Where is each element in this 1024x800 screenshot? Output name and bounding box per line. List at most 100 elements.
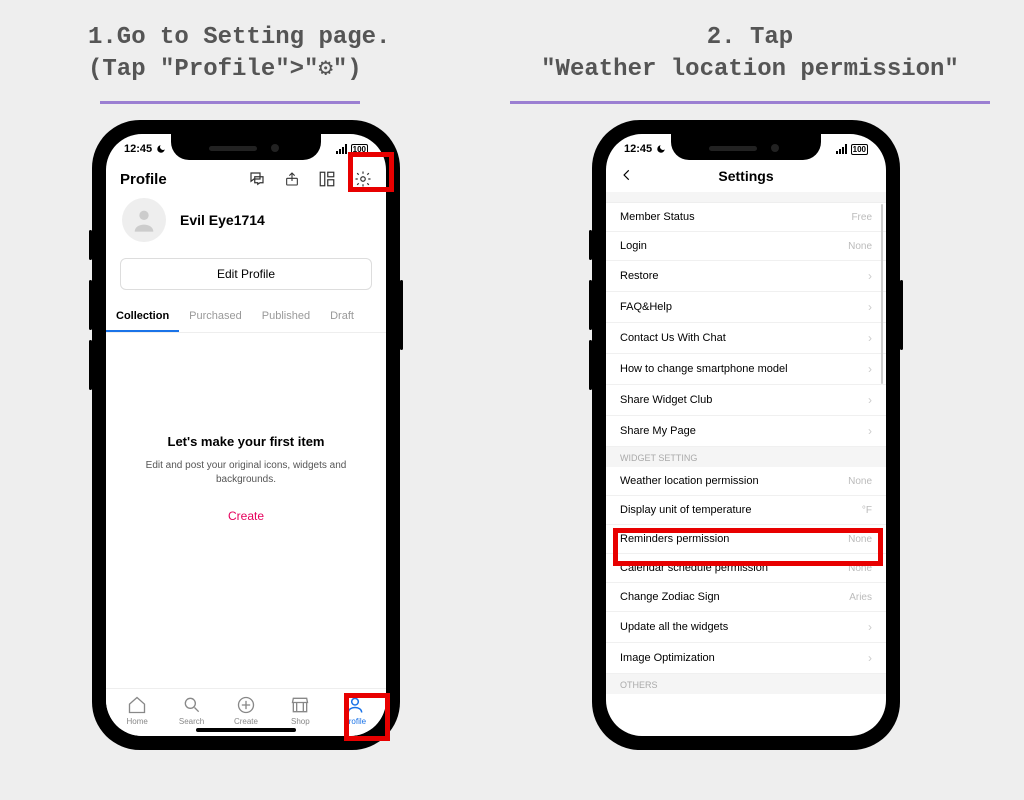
row-label: Login — [620, 240, 647, 252]
row-change-model[interactable]: How to change smartphone model › — [606, 354, 886, 385]
step1-line1: 1.Go to Setting page. — [88, 24, 390, 51]
dnd-moon-icon — [156, 144, 166, 154]
row-label: FAQ&Help — [620, 301, 672, 313]
row-share-page[interactable]: Share My Page › — [606, 416, 886, 447]
avatar[interactable] — [122, 198, 166, 242]
step1-line2: (Tap "Profile">"⚙") — [88, 56, 362, 83]
row-label: Image Optimization — [620, 652, 715, 664]
username-label: Evil Eye1714 — [180, 212, 265, 228]
row-label: How to change smartphone model — [620, 363, 788, 375]
widget-icon[interactable] — [318, 170, 336, 188]
step2-underline — [510, 101, 990, 104]
row-label: Update all the widgets — [620, 621, 728, 633]
step2-instruction: 2. Tap "Weather location permission" — [500, 22, 1000, 87]
back-icon[interactable] — [620, 168, 634, 185]
row-label: Share Widget Club — [620, 394, 712, 406]
step1-underline — [100, 101, 360, 104]
step1-instruction: 1.Go to Setting page. (Tap "Profile">"⚙"… — [88, 22, 418, 87]
tab-shop-label: Shop — [291, 717, 310, 726]
row-faq[interactable]: FAQ&Help › — [606, 292, 886, 323]
row-label: Change Zodiac Sign — [620, 591, 720, 603]
tab-create[interactable]: Create — [221, 695, 271, 726]
row-label: Display unit of temperature — [620, 504, 751, 516]
gear-icon[interactable] — [354, 170, 372, 188]
tab-profile-label: Profile — [343, 717, 366, 726]
row-value: °F — [862, 505, 872, 516]
row-temp-unit[interactable]: Display unit of temperature °F — [606, 496, 886, 525]
chevron-right-icon: › — [868, 269, 872, 283]
tab-draft[interactable]: Draft — [320, 304, 364, 332]
row-label: Share My Page — [620, 425, 696, 437]
phone-notch — [671, 134, 821, 160]
chat-icon[interactable] — [248, 170, 266, 188]
row-contact[interactable]: Contact Us With Chat › — [606, 323, 886, 354]
row-zodiac[interactable]: Change Zodiac Sign Aries — [606, 583, 886, 612]
empty-title: Let's make your first item — [168, 434, 325, 449]
row-label: Calendar schedule permission — [620, 562, 768, 574]
phone-settings: 12:45 100 Settings Memb — [592, 120, 900, 750]
phone-notch — [171, 134, 321, 160]
row-calendar[interactable]: Calendar schedule permission None — [606, 554, 886, 583]
row-value: Aries — [849, 592, 872, 603]
profile-title: Profile — [120, 171, 167, 188]
home-indicator — [196, 728, 296, 732]
phone-profile: 12:45 100 Profile — [92, 120, 400, 750]
row-label: Reminders permission — [620, 533, 729, 545]
group-widget-setting: WIDGET SETTING — [606, 447, 886, 467]
tab-shop[interactable]: Shop — [275, 695, 325, 726]
row-update-all[interactable]: Update all the widgets › — [606, 612, 886, 643]
chevron-right-icon: › — [868, 331, 872, 345]
edit-profile-button[interactable]: Edit Profile — [120, 258, 372, 290]
tab-collection[interactable]: Collection — [106, 304, 179, 332]
row-weather-permission[interactable]: Weather location permission None — [606, 467, 886, 496]
step2-line2: "Weather location permission" — [541, 56, 959, 83]
row-label: Weather location permission — [620, 475, 759, 487]
row-share-app[interactable]: Share Widget Club › — [606, 385, 886, 416]
tab-search[interactable]: Search — [167, 695, 217, 726]
row-value: None — [848, 534, 872, 545]
battery-label: 100 — [351, 144, 368, 155]
row-reminders[interactable]: Reminders permission None — [606, 525, 886, 554]
battery-label: 100 — [851, 144, 868, 155]
dnd-moon-icon — [656, 144, 666, 154]
status-time: 12:45 — [124, 143, 152, 155]
empty-subtitle: Edit and post your original icons, widge… — [136, 459, 356, 487]
profile-tabs: Collection Purchased Published Draft — [106, 298, 386, 333]
chevron-right-icon: › — [868, 300, 872, 314]
row-value: None — [848, 563, 872, 574]
row-label: Member Status — [620, 211, 695, 223]
section-spacer — [606, 192, 886, 202]
chevron-right-icon: › — [868, 620, 872, 634]
tab-create-label: Create — [234, 717, 258, 726]
row-image-opt[interactable]: Image Optimization › — [606, 643, 886, 674]
chevron-right-icon: › — [868, 424, 872, 438]
status-time: 12:45 — [624, 143, 652, 155]
profile-header: Profile — [106, 164, 386, 196]
row-member-status[interactable]: Member Status Free — [606, 203, 886, 232]
row-label: Contact Us With Chat — [620, 332, 726, 344]
row-value: Free — [851, 212, 872, 223]
row-restore[interactable]: Restore › — [606, 261, 886, 292]
tab-home-label: Home — [127, 717, 148, 726]
group-others: OTHERS — [606, 674, 886, 694]
chevron-right-icon: › — [868, 393, 872, 407]
row-value: None — [848, 476, 872, 487]
tab-profile[interactable]: Profile — [330, 695, 380, 726]
settings-list: Member Status Free Login None Restore › … — [606, 202, 886, 694]
row-label: Restore — [620, 270, 659, 282]
tab-purchased[interactable]: Purchased — [179, 304, 252, 332]
tab-search-label: Search — [179, 717, 204, 726]
share-icon[interactable] — [284, 170, 300, 188]
tab-published[interactable]: Published — [252, 304, 320, 332]
tab-home[interactable]: Home — [112, 695, 162, 726]
create-link[interactable]: Create — [228, 509, 264, 523]
row-value: None — [848, 241, 872, 252]
signal-icon — [336, 144, 347, 154]
chevron-right-icon: › — [868, 362, 872, 376]
chevron-right-icon: › — [868, 651, 872, 665]
row-login[interactable]: Login None — [606, 232, 886, 261]
signal-icon — [836, 144, 847, 154]
scrollbar[interactable] — [881, 204, 883, 384]
settings-title: Settings — [718, 168, 773, 184]
step2-line1: 2. Tap — [707, 24, 793, 51]
